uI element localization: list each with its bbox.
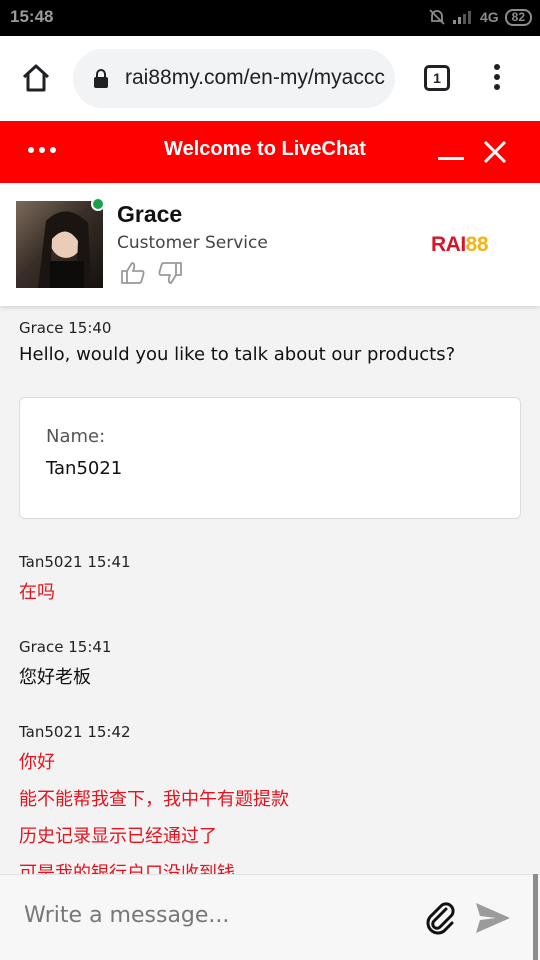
minimize-icon[interactable] xyxy=(438,157,464,160)
close-icon[interactable] xyxy=(482,139,508,165)
battery-level: 82 xyxy=(504,8,532,26)
message-composer xyxy=(0,874,540,960)
attachment-icon[interactable] xyxy=(424,901,458,935)
message-text: 您好老板 xyxy=(19,667,91,688)
status-time: 15:48 xyxy=(10,7,54,26)
message-text: 你好 xyxy=(19,752,55,773)
message-text: 可是我的银行户口没收到钱 xyxy=(19,863,235,874)
online-status-indicator xyxy=(91,197,105,211)
send-icon[interactable] xyxy=(474,901,512,935)
agent-card: Grace Customer Service RAI88 xyxy=(0,183,540,306)
agent-role: Customer Service xyxy=(117,233,268,253)
message-text: 能不能帮我查下，我中午有题提款 xyxy=(19,789,289,810)
message-text: 历史记录显示已经通过了 xyxy=(19,826,217,847)
chat-header: Welcome to LiveChat xyxy=(0,121,540,183)
lock-icon xyxy=(94,69,108,88)
home-icon[interactable] xyxy=(20,62,52,94)
message-text: Hello, would you like to talk about our … xyxy=(19,344,456,365)
url-text[interactable]: rai88my.com/en-my/myaccc xyxy=(125,66,387,90)
status-indicators: 4G 82 xyxy=(428,8,532,26)
thumbs-up-icon[interactable] xyxy=(120,261,146,285)
form-value: Tan5021 xyxy=(46,458,123,479)
message-input[interactable] xyxy=(24,903,404,928)
message-meta: Tan5021 15:41 xyxy=(19,553,131,571)
scrollbar[interactable] xyxy=(533,874,538,960)
agent-name: Grace xyxy=(117,201,183,227)
thumbs-down-icon[interactable] xyxy=(157,261,183,285)
browser-toolbar: rai88my.com/en-my/myaccc 1 xyxy=(0,36,540,121)
browser-menu-icon[interactable] xyxy=(492,64,502,94)
message-list[interactable]: Grace 15:40 Hello, would you like to tal… xyxy=(0,306,540,874)
tab-switcher-button[interactable]: 1 xyxy=(424,65,450,91)
message-meta: Grace 15:41 xyxy=(19,638,112,656)
prechat-form-card: Name: Tan5021 xyxy=(19,397,521,519)
brand-logo: RAI88 xyxy=(431,233,489,256)
message-text: 在吗 xyxy=(19,582,55,603)
avatar xyxy=(16,201,103,288)
signal-icon xyxy=(452,11,471,24)
network-type: 4G xyxy=(479,9,499,25)
status-bar: 15:48 4G 82 xyxy=(0,0,540,36)
form-label: Name: xyxy=(46,426,106,447)
address-bar[interactable]: rai88my.com/en-my/myaccc xyxy=(73,49,395,108)
message-meta: Grace 15:40 xyxy=(19,319,112,337)
message-meta: Tan5021 15:42 xyxy=(19,723,131,741)
mute-icon xyxy=(429,9,445,25)
